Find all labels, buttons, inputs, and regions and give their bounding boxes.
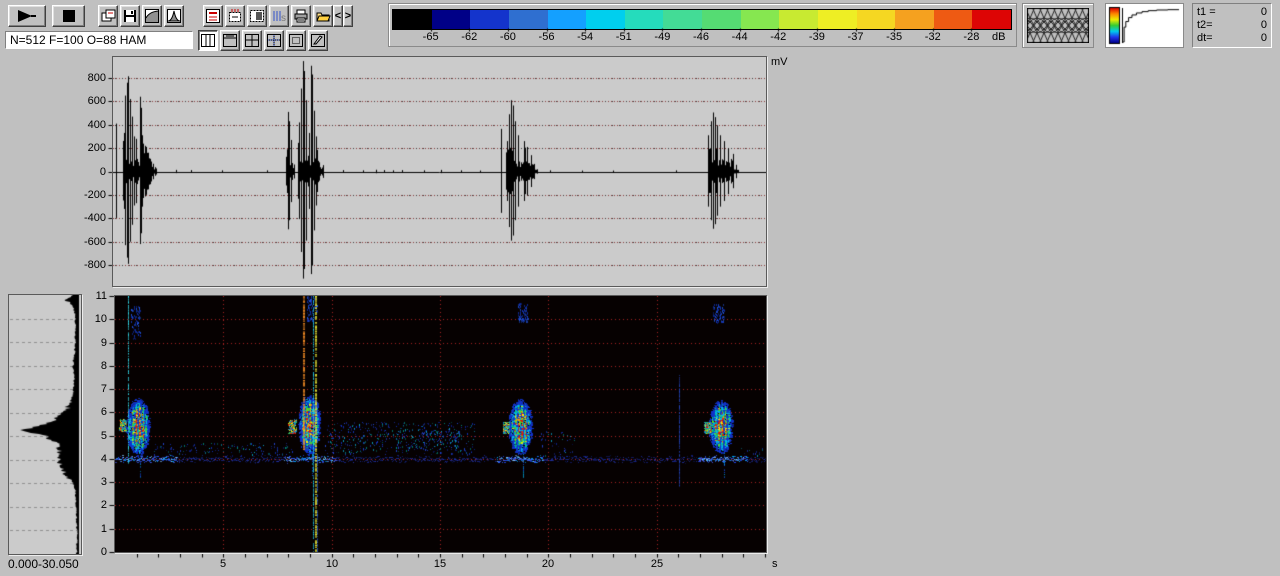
color-scale-tick-label: -54	[573, 31, 597, 43]
oscillogram-unit-label: mV	[771, 56, 788, 68]
sg-ttick-label: 5	[211, 558, 235, 570]
sg-ftick-label: 3	[83, 476, 107, 488]
sg-ftick-label: 7	[83, 383, 107, 395]
sg-ftick-label: 11	[83, 290, 107, 302]
sg-ftick-label: 1	[83, 523, 107, 535]
color-scale-tick-label: -37	[844, 31, 868, 43]
sg-ftick-label: 0	[83, 546, 107, 558]
wf-ytick-label: 600	[68, 95, 106, 107]
color-scale-tick-label: -46	[689, 31, 713, 43]
sg-ftick-label: 6	[83, 406, 107, 418]
time-range-label: 0.000-30.050	[8, 558, 79, 570]
color-scale-tick-label: -51	[612, 31, 636, 43]
wf-ytick-label: -800	[68, 259, 106, 271]
sg-ftick-label: 9	[83, 337, 107, 349]
wf-ytick-label: -600	[68, 236, 106, 248]
color-scale-tick-label: -44	[728, 31, 752, 43]
color-scale-tick-label: -60	[496, 31, 520, 43]
sg-ttick-label: 25	[645, 558, 669, 570]
oscillogram-plot[interactable]	[113, 57, 766, 286]
color-scale-tick-label: -62	[457, 31, 481, 43]
wf-ytick-label: -400	[68, 212, 106, 224]
app-window: s < > N=512 F=100 O=88 HAM dB	[0, 0, 1280, 576]
color-scale-tick-label: -32	[921, 31, 945, 43]
color-scale-tick-label: -65	[419, 31, 443, 43]
sg-ftick-label: 2	[83, 499, 107, 511]
sg-ftick-label: 5	[83, 430, 107, 442]
color-scale-tick-label: -35	[882, 31, 906, 43]
wf-ytick-label: 800	[68, 72, 106, 84]
mean-spectrum-plot[interactable]	[9, 295, 81, 554]
sg-ttick-label: 15	[428, 558, 452, 570]
spectrogram-frame	[114, 295, 767, 553]
spectrogram-plot[interactable]	[115, 296, 766, 552]
color-scale-tick-label: -49	[650, 31, 674, 43]
sg-ttick-label: 20	[536, 558, 560, 570]
sg-ttick-label: 10	[320, 558, 344, 570]
color-scale-tick-label: -56	[535, 31, 559, 43]
oscillogram-frame	[112, 56, 767, 287]
sg-ftick-label: 8	[83, 360, 107, 372]
wf-ytick-label: 0	[68, 166, 106, 178]
time-unit-label: s	[772, 558, 778, 570]
color-scale-tick-label: -39	[805, 31, 829, 43]
sg-ftick-label: 10	[83, 313, 107, 325]
mean-spectrum-frame	[8, 294, 82, 555]
color-scale-tick-label: -42	[766, 31, 790, 43]
wf-ytick-label: -200	[68, 189, 106, 201]
color-scale-tick-label: -28	[959, 31, 983, 43]
wf-ytick-label: 400	[68, 119, 106, 131]
wf-ytick-label: 200	[68, 142, 106, 154]
sg-ftick-label: 4	[83, 453, 107, 465]
